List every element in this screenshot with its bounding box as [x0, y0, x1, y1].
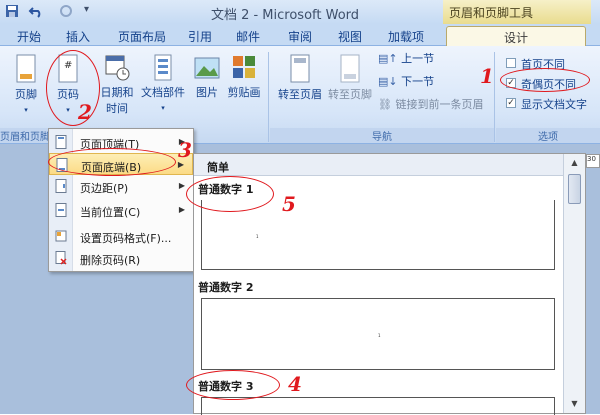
tab-mailings[interactable]: 邮件 [228, 26, 268, 46]
calendar-clock-icon [105, 55, 130, 81]
picture-icon [194, 57, 220, 79]
goto-header-button[interactable]: 转至页眉 [276, 54, 324, 102]
annotation-number-4: 4 [288, 372, 302, 396]
dropdown-arrow-icon: ▾ [161, 104, 165, 112]
link-to-previous-label: 链接到前一条页眉 [395, 98, 484, 111]
menu-item-remove-page-numbers[interactable]: 删除页码(R) [49, 247, 193, 269]
submenu-arrow-icon: ▶ [178, 181, 185, 190]
gallery-item-plain-number-2[interactable]: 1 [201, 298, 555, 370]
document-parts-button[interactable]: 文档部件 ▾ [138, 54, 188, 113]
clipart-icon [233, 56, 255, 78]
footer-icon [16, 54, 36, 83]
link-icon: ⛓ [378, 98, 392, 111]
menu-item-label: 页边距(P) [80, 182, 129, 195]
redo-icon[interactable] [58, 3, 74, 19]
group-label-navigation: 导航 [270, 128, 494, 143]
gallery-item-plain-number-1[interactable]: 1 [201, 200, 555, 270]
annotation-ellipse-bottom-of-page [48, 148, 176, 176]
submenu-arrow-icon: ▶ [178, 205, 185, 214]
previous-section-button[interactable]: ▤↑ 上一节 [378, 50, 438, 66]
dropdown-arrow-icon: ▾ [24, 106, 28, 114]
page-top-icon [55, 135, 67, 149]
footer-button[interactable]: 页脚 ▾ [8, 54, 44, 115]
date-time-button[interactable]: 日期和 时间 [98, 54, 136, 116]
menu-item-page-margins[interactable]: 页边距(P) ▶ [49, 175, 193, 197]
format-page-numbers-icon [55, 230, 67, 242]
tab-insert[interactable]: 插入 [58, 26, 98, 46]
scroll-thumb[interactable] [568, 174, 581, 204]
next-section-icon: ▤↓ [378, 75, 398, 88]
group-label-options: 选项 [496, 128, 600, 143]
gallery-scrollbar[interactable]: ▲ ▼ [563, 154, 585, 413]
ribbon-tabs: 开始 插入 页面布局 引用 邮件 审阅 视图 加载项 设计 [0, 24, 600, 46]
show-document-text-checkbox[interactable]: ✓ [506, 98, 516, 108]
save-icon[interactable] [4, 3, 20, 19]
title-bar: ▾ 文档 2 - Microsoft Word 页眉和页脚工具 [0, 0, 600, 24]
document-parts-icon [154, 54, 172, 81]
annotation-number-2: 2 [78, 100, 92, 124]
gallery-item-label: 普通数字 2 [198, 281, 254, 294]
next-section-button[interactable]: ▤↓ 下一节 [378, 73, 438, 89]
goto-footer-label: 转至页脚 [328, 88, 372, 101]
annotation-ellipse-odd-even [500, 68, 590, 92]
scroll-up-icon[interactable]: ▲ [567, 156, 582, 170]
page-number-preview: 1 [256, 234, 259, 239]
window-title: 文档 2 - Microsoft Word [210, 8, 360, 23]
group-label-header-footer: 页眉和页脚 [0, 128, 52, 143]
previous-section-icon: ▤↑ [378, 52, 398, 65]
goto-footer-button[interactable]: 转至页脚 [326, 54, 374, 102]
annotation-number-1: 1 [480, 64, 494, 88]
scroll-down-icon[interactable]: ▼ [567, 397, 582, 411]
date-time-label-1: 日期和 [100, 86, 134, 99]
first-page-checkbox[interactable] [506, 58, 516, 68]
next-section-label: 下一节 [401, 75, 435, 88]
ruler-marker: 30 [586, 154, 600, 168]
goto-footer-icon [340, 54, 360, 83]
annotation-ellipse-plain-number-3 [186, 370, 280, 400]
menu-item-label: 当前位置(C) [80, 206, 141, 219]
gallery-section-header: 简单 [194, 154, 563, 176]
current-position-icon [55, 203, 67, 217]
context-tab-group-label: 页眉和页脚工具 [443, 0, 591, 24]
menu-item-current-position[interactable]: 当前位置(C) ▶ [49, 199, 193, 221]
annotation-number-5: 5 [282, 192, 296, 216]
group-separator [494, 52, 495, 142]
customize-quick-access-icon[interactable]: ▾ [84, 4, 89, 15]
goto-header-icon [290, 54, 310, 83]
page-margins-icon [55, 179, 67, 193]
tab-addins[interactable]: 加载项 [380, 26, 432, 46]
date-time-label-2: 时间 [106, 102, 128, 115]
menu-item-label: 删除页码(R) [80, 254, 141, 267]
group-separator [268, 52, 269, 142]
tab-references[interactable]: 引用 [182, 26, 218, 46]
picture-label: 图片 [196, 86, 218, 99]
undo-icon[interactable] [28, 3, 44, 19]
show-document-text-label: 显示文档文字 [521, 98, 587, 111]
remove-page-numbers-icon [55, 251, 67, 265]
tab-review[interactable]: 审阅 [280, 26, 320, 46]
tab-design[interactable]: 设计 [446, 26, 586, 46]
link-to-previous-button[interactable]: ⛓ 链接到前一条页眉 [378, 96, 490, 112]
previous-section-label: 上一节 [401, 52, 435, 65]
footer-label: 页脚 [15, 88, 37, 101]
menu-item-format-page-numbers[interactable]: 设置页码格式(F)... [49, 225, 193, 247]
picture-button[interactable]: 图片 [190, 54, 224, 100]
clipart-button[interactable]: 剪贴画 [224, 54, 264, 100]
tab-home[interactable]: 开始 [8, 26, 50, 46]
menu-item-label: 设置页码格式(F)... [80, 232, 172, 245]
annotation-ellipse-plain-number-1 [186, 176, 274, 212]
clipart-label: 剪贴画 [227, 86, 261, 99]
tab-page-layout[interactable]: 页面布局 [110, 26, 174, 46]
annotation-number-3: 3 [178, 138, 192, 162]
gallery-item-plain-number-3[interactable] [201, 397, 555, 415]
goto-header-label: 转至页眉 [278, 88, 322, 101]
document-parts-label: 文档部件 [141, 86, 185, 99]
page-number-preview: 1 [378, 333, 381, 338]
tab-view[interactable]: 视图 [330, 26, 370, 46]
